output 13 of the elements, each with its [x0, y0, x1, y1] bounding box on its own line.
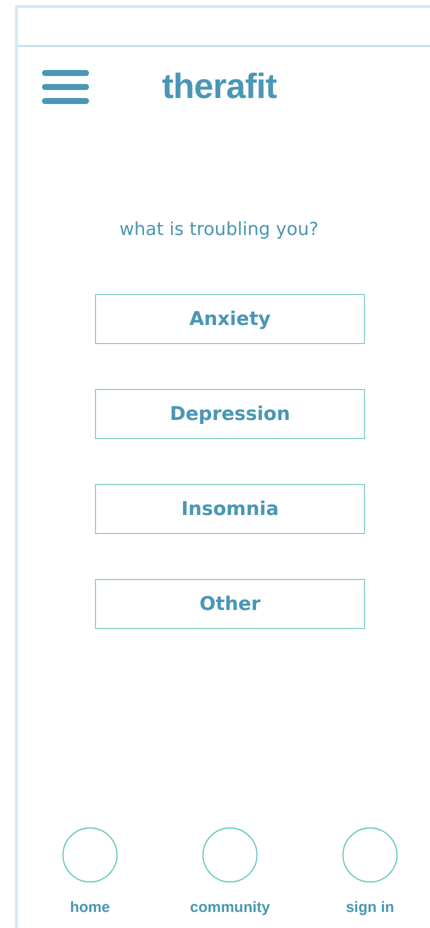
option-button[interactable]: Anxiety: [95, 294, 365, 344]
circle-icon: [202, 827, 258, 883]
menu-icon[interactable]: [42, 70, 89, 104]
option-button[interactable]: Depression: [95, 389, 365, 439]
option-button[interactable]: Other: [95, 579, 365, 629]
circle-icon: [342, 827, 398, 883]
question-text: what is troubling you?: [118, 219, 320, 240]
circle-icon: [62, 827, 118, 883]
option-button[interactable]: Insomnia: [95, 484, 365, 534]
nav-item[interactable]: home: [40, 827, 140, 916]
nav-item[interactable]: sign in: [320, 827, 420, 916]
nav-item[interactable]: community: [180, 827, 280, 916]
logo: therafit: [162, 67, 277, 107]
